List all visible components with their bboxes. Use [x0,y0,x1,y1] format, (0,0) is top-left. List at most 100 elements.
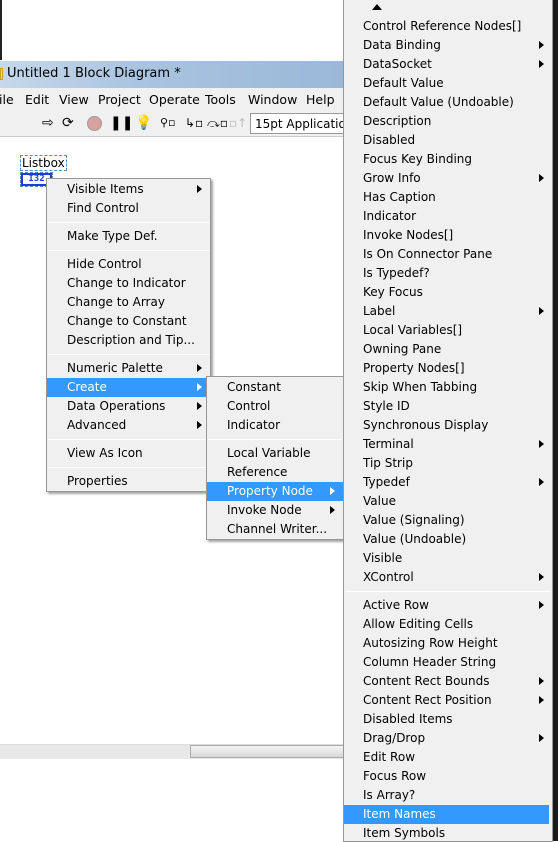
menu-item-create[interactable]: Create [47,378,210,397]
menu-item-hide-control[interactable]: Hide Control [47,255,210,274]
menu-item-focus-row[interactable]: Focus Row [344,767,552,786]
menu-item-key-focus[interactable]: Key Focus [344,283,552,302]
menu-item-numeric-palette[interactable]: Numeric Palette [47,359,210,378]
menu-item-label: Property Nodes[] [363,361,465,375]
menu-item-label: Default Value (Undoable) [363,95,514,109]
menu-separator [48,250,209,251]
menu-item-channel-writer[interactable]: Channel Writer... [207,520,343,539]
menu-item-change-to-indicator[interactable]: Change to Indicator [47,274,210,293]
menu-item-advanced[interactable]: Advanced [47,416,210,435]
menu-item-local-variable[interactable]: Local Variable [207,444,343,463]
menu-item-label: Control [227,399,271,413]
menu-item-invoke-nodes[interactable]: Invoke Nodes[] [344,226,552,245]
menu-item-label: Hide Control [67,257,142,271]
menu-item-focus-key-binding[interactable]: Focus Key Binding [344,150,552,169]
menu-item-data-operations[interactable]: Data Operations [47,397,210,416]
menu-item-edit-row[interactable]: Edit Row [344,748,552,767]
menu-item-item-symbols[interactable]: Item Symbols [344,824,552,841]
menu-item-active-row[interactable]: Active Row [344,596,552,615]
menu-item-label: Focus Row [363,769,427,783]
menu-item-default-value[interactable]: Default Value [344,74,552,93]
menu-item-datasocket[interactable]: DataSocket [344,55,552,74]
menu-item-change-to-array[interactable]: Change to Array [47,293,210,312]
abort-icon[interactable] [87,116,102,131]
menu-item-is-array[interactable]: Is Array? [344,786,552,805]
menu-item-make-type-def[interactable]: Make Type Def. [47,227,210,246]
run-continuously-icon[interactable]: ⟳ [62,115,74,131]
menu-file[interactable]: ile [0,92,14,107]
menu-item-terminal[interactable]: Terminal [344,435,552,454]
retain-wire-values-icon[interactable]: ⚲▫ [160,115,176,131]
menu-item-allow-editing-cells[interactable]: Allow Editing Cells [344,615,552,634]
menu-item-column-header-string[interactable]: Column Header String [344,653,552,672]
menu-project[interactable]: Project [98,92,141,107]
menu-item-content-rect-bounds[interactable]: Content Rect Bounds [344,672,552,691]
menu-tools[interactable]: Tools [205,92,236,107]
menu-item-reference[interactable]: Reference [207,463,343,482]
menu-item-synchronous-display[interactable]: Synchronous Display [344,416,552,435]
menu-item-invoke-node[interactable]: Invoke Node [207,501,343,520]
menu-edit[interactable]: Edit [25,92,49,107]
pause-icon[interactable]: ❚❚ [110,115,133,131]
menu-item-label[interactable]: Label [344,302,552,321]
menu-item-item-names[interactable]: Item Names [344,805,549,824]
menu-item-autosizing-row-height[interactable]: Autosizing Row Height [344,634,552,653]
step-over-icon[interactable]: ⤼▫ [207,115,228,131]
menu-item-is-typedef[interactable]: Is Typedef? [344,264,552,283]
menu-item-value[interactable]: Value [344,492,552,511]
menu-item-is-on-connector-pane[interactable]: Is On Connector Pane [344,245,552,264]
menu-separator [48,467,209,468]
menu-item-data-binding[interactable]: Data Binding [344,36,552,55]
menu-item-style-id[interactable]: Style ID [344,397,552,416]
menu-item-visible[interactable]: Visible [344,549,552,568]
menu-operate[interactable]: Operate [149,92,200,107]
menu-item-description[interactable]: Description [344,112,552,131]
menu-window[interactable]: Window [248,92,297,107]
background-area [0,759,345,841]
menu-item-local-variables[interactable]: Local Variables[] [344,321,552,340]
step-out-icon[interactable]: ▫↑ [229,115,247,131]
menu-item-visible-items[interactable]: Visible Items [47,180,210,199]
menu-item-indicator[interactable]: Indicator [344,207,552,226]
menu-item-control-reference-nodes[interactable]: Control Reference Nodes[] [344,17,552,36]
menu-item-has-caption[interactable]: Has Caption [344,188,552,207]
menu-item-owning-pane[interactable]: Owning Pane [344,340,552,359]
scroll-up-arrow-icon[interactable] [372,4,382,10]
menu-item-view-as-icon[interactable]: View As Icon [47,444,210,463]
menu-item-value-undoable[interactable]: Value (Undoable) [344,530,552,549]
submenu-arrow-icon [539,734,544,742]
menu-item-drag-drop[interactable]: Drag/Drop [344,729,552,748]
menu-item-constant[interactable]: Constant [207,378,343,397]
menu-item-label: Indicator [227,418,281,432]
menu-item-label: Indicator [363,209,417,223]
highlight-execution-icon[interactable]: 💡 [135,115,152,131]
property-node-submenu: Control Reference Nodes[] Data Binding Dat… [343,0,553,842]
scrollbar-thumb[interactable] [190,745,345,758]
menu-item-typedef[interactable]: Typedef [344,473,552,492]
menu-item-properties[interactable]: Properties [47,472,210,491]
menu-item-find-control[interactable]: Find Control [47,199,210,218]
menu-item-indicator[interactable]: Indicator [207,416,343,435]
menu-item-skip-when-tabbing[interactable]: Skip When Tabbing [344,378,552,397]
listbox-label[interactable]: Listbox [20,155,67,171]
menu-view[interactable]: View [59,92,89,107]
run-arrow-icon[interactable]: ⇨ [42,115,54,131]
title-bar[interactable]: Untitled 1 Block Diagram * [0,61,345,88]
menu-item-change-to-constant[interactable]: Change to Constant [47,312,210,331]
menu-item-property-node[interactable]: Property Node [207,482,343,501]
menu-item-disabled-items[interactable]: Disabled Items [344,710,552,729]
menu-item-property-nodes[interactable]: Property Nodes[] [344,359,552,378]
menu-item-description-and-tip[interactable]: Description and Tip... [47,331,210,350]
menu-item-default-value-undoable[interactable]: Default Value (Undoable) [344,93,552,112]
menu-item-control[interactable]: Control [207,397,343,416]
menu-item-disabled[interactable]: Disabled [344,131,552,150]
menu-help[interactable]: Help [306,92,335,107]
menu-item-tip-strip[interactable]: Tip Strip [344,454,552,473]
menu-item-content-rect-position[interactable]: Content Rect Position [344,691,552,710]
step-into-icon[interactable]: ↳▫ [185,115,203,131]
menu-item-label: Skip When Tabbing [363,380,478,394]
menu-item-xcontrol[interactable]: XControl [344,568,552,587]
menu-item-value-signaling[interactable]: Value (Signaling) [344,511,552,530]
font-selector[interactable]: 15pt Application Font [250,113,350,134]
menu-item-grow-info[interactable]: Grow Info [344,169,552,188]
